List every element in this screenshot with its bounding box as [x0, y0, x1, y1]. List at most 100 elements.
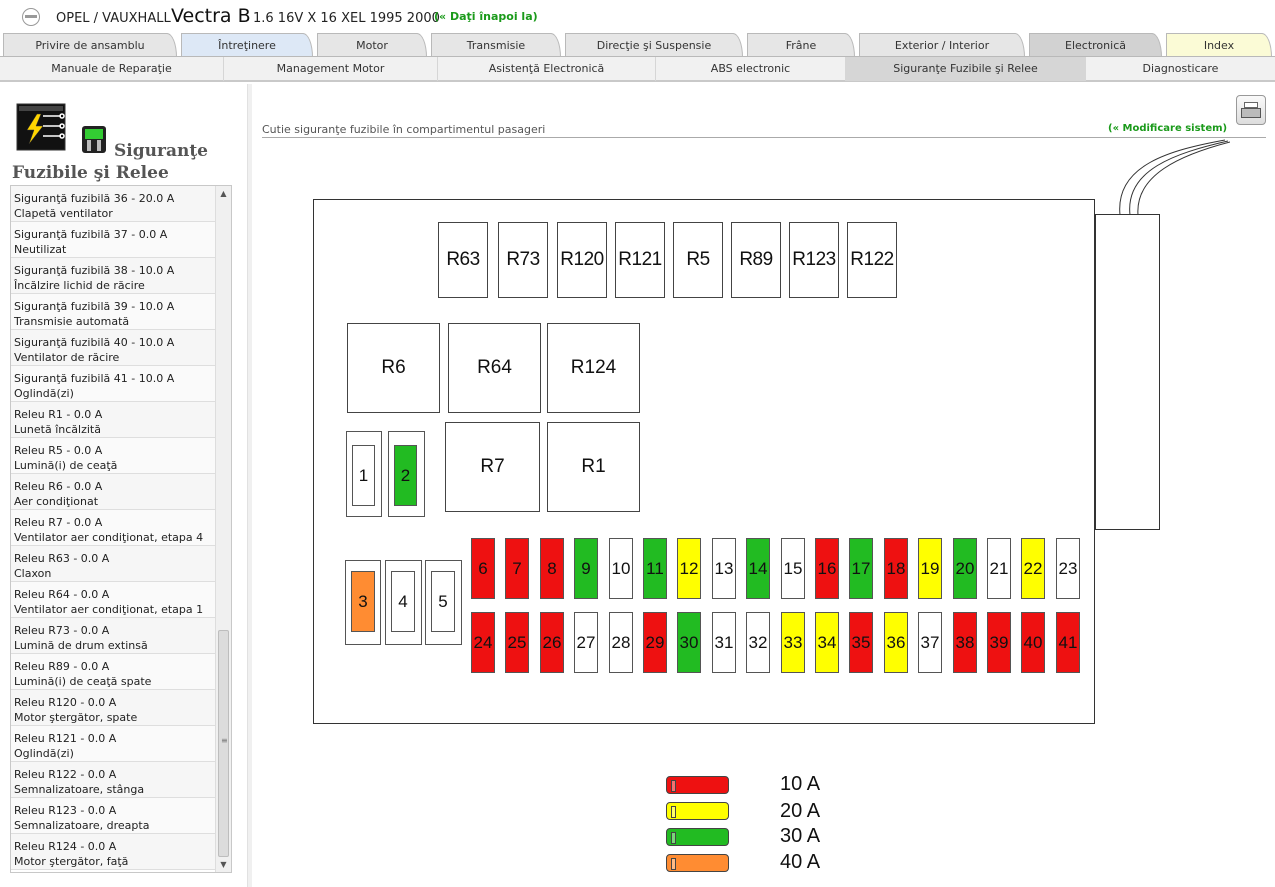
section-title-line1: Siguranţe: [114, 141, 208, 161]
fuse-41[interactable]: 41: [1056, 612, 1080, 673]
fuse-5[interactable]: 5: [431, 571, 455, 632]
vehicle-make: OPEL / VAUXHALL: [56, 11, 171, 26]
fuse-12[interactable]: 12: [677, 538, 701, 599]
tab-brakes[interactable]: Frâne: [747, 33, 855, 57]
fuse-13[interactable]: 13: [712, 538, 736, 599]
list-item[interactable]: Siguranţă fuzibilă 36 - 20.0 A Clapetă ve…: [11, 186, 216, 222]
tab-electronics[interactable]: Electronică: [1029, 33, 1162, 57]
fuse-4[interactable]: 4: [391, 571, 415, 632]
fuse-2[interactable]: 2: [394, 445, 417, 506]
fuse-11[interactable]: 11: [643, 538, 667, 599]
tab-overview[interactable]: Privire de ansamblu: [3, 33, 177, 57]
fuse-34[interactable]: 34: [815, 612, 839, 673]
fuse-7[interactable]: 7: [505, 538, 529, 599]
fuse-21[interactable]: 21: [987, 538, 1011, 599]
list-item[interactable]: Releu R89 - 0.0 A Lumină(i) de ceaţă spat…: [11, 654, 216, 690]
fuse-10[interactable]: 10: [609, 538, 633, 599]
fuse-9[interactable]: 9: [574, 538, 598, 599]
fuse-8[interactable]: 8: [540, 538, 564, 599]
fuse-6[interactable]: 6: [471, 538, 495, 599]
list-item[interactable]: Releu R120 - 0.0 A Motor ştergător, spate: [11, 690, 216, 726]
back-link[interactable]: (« Daţi înapoi la): [434, 10, 538, 23]
scroll-up-arrow-icon[interactable]: ▲: [216, 186, 231, 201]
fuse-25[interactable]: 25: [505, 612, 529, 673]
relay-r1[interactable]: R1: [547, 422, 640, 512]
print-button[interactable]: [1236, 95, 1266, 125]
relay-r6[interactable]: R6: [347, 323, 440, 413]
list-item[interactable]: Releu R63 - 0.0 A Claxon: [11, 546, 216, 582]
fuse-40[interactable]: 40: [1021, 612, 1045, 673]
tab-maintenance[interactable]: Întreţinere: [181, 33, 313, 57]
subtab-electronic-assistance[interactable]: Asistenţă Electronică: [438, 57, 656, 81]
fuse-14[interactable]: 14: [746, 538, 770, 599]
list-item[interactable]: Releu R5 - 0.0 A Lumină(i) de ceaţă: [11, 438, 216, 474]
list-item[interactable]: Releu R64 - 0.0 A Ventilator aer condiţio…: [11, 582, 216, 618]
fuse-27[interactable]: 27: [574, 612, 598, 673]
relay-r89[interactable]: R89: [731, 222, 781, 298]
tab-steering-suspension[interactable]: Direcţie şi Suspensie: [565, 33, 743, 57]
fuse-31[interactable]: 31: [712, 612, 736, 673]
list-item[interactable]: Releu R124 - 0.0 A Motor ştergător, faţă: [11, 834, 216, 870]
fuse-37[interactable]: 37: [918, 612, 942, 673]
fuse-28[interactable]: 28: [609, 612, 633, 673]
tab-transmission[interactable]: Transmisie: [431, 33, 561, 57]
list-item[interactable]: Siguranţă fuzibilă 38 - 10.0 A Încălzire …: [11, 258, 216, 294]
fuse-36[interactable]: 36: [884, 612, 908, 673]
relay-r123[interactable]: R123: [789, 222, 839, 298]
fuse-30[interactable]: 30: [677, 612, 701, 673]
fuse-24[interactable]: 24: [471, 612, 495, 673]
fuse-18[interactable]: 18: [884, 538, 908, 599]
scroll-thumb[interactable]: ≡: [218, 630, 229, 857]
tab-engine[interactable]: Motor: [317, 33, 427, 57]
fuse-20[interactable]: 20: [953, 538, 977, 599]
list-item[interactable]: Siguranţă fuzibilă 41 - 10.0 A Oglindă(zi…: [11, 366, 216, 402]
fuse-3[interactable]: 3: [351, 571, 375, 632]
relay-r64[interactable]: R64: [448, 323, 541, 413]
fuse-29[interactable]: 29: [643, 612, 667, 673]
list-item[interactable]: Releu R6 - 0.0 A Aer condiţionat: [11, 474, 216, 510]
fuse-32[interactable]: 32: [746, 612, 770, 673]
subtab-diagnostics[interactable]: Diagnosticare: [1086, 57, 1275, 81]
list-item[interactable]: Releu R1 - 0.0 A Lunetă încălzită: [11, 402, 216, 438]
list-item[interactable]: Siguranţă fuzibilă 39 - 10.0 A Transmisie…: [11, 294, 216, 330]
modify-system-link[interactable]: (« Modificare sistem): [1108, 123, 1227, 134]
fuse-35[interactable]: 35: [849, 612, 873, 673]
fuse-1[interactable]: 1: [352, 445, 375, 506]
list-item-title: Siguranţă fuzibilă 38 - 10.0 A: [14, 264, 175, 277]
tab-index[interactable]: Index: [1166, 33, 1272, 57]
list-item[interactable]: Releu R73 - 0.0 A Lumină de drum extinsă: [11, 618, 216, 654]
fuse-19[interactable]: 19: [918, 538, 942, 599]
component-list[interactable]: Siguranţă fuzibilă 36 - 20.0 A Clapetă ve…: [10, 185, 232, 873]
subtab-fuses-relays[interactable]: Siguranţe Fuzibile şi Relee: [846, 57, 1086, 81]
list-item[interactable]: Releu R121 - 0.0 A Oglindă(zi): [11, 726, 216, 762]
relay-r122[interactable]: R122: [847, 222, 897, 298]
relay-r121[interactable]: R121: [615, 222, 665, 298]
list-item[interactable]: Siguranţă fuzibilă 40 - 10.0 A Ventilator…: [11, 330, 216, 366]
list-item[interactable]: Siguranţă fuzibilă 37 - 0.0 A Neutilizat: [11, 222, 216, 258]
list-item-title: Releu R6 - 0.0 A: [14, 480, 103, 493]
list-item[interactable]: Releu R7 - 0.0 A Ventilator aer condiţion…: [11, 510, 216, 546]
relay-r7[interactable]: R7: [445, 422, 540, 512]
subtab-engine-management[interactable]: Management Motor: [224, 57, 438, 81]
fuse-39[interactable]: 39: [987, 612, 1011, 673]
relay-r124[interactable]: R124: [547, 323, 640, 413]
fuse-26[interactable]: 26: [540, 612, 564, 673]
fuse-33[interactable]: 33: [781, 612, 805, 673]
subtab-abs[interactable]: ABS electronic: [656, 57, 846, 81]
fuse-15[interactable]: 15: [781, 538, 805, 599]
relay-r73[interactable]: R73: [498, 222, 548, 298]
fuse-23[interactable]: 23: [1056, 538, 1080, 599]
fuse-38[interactable]: 38: [953, 612, 977, 673]
subtab-repair-manuals[interactable]: Manuale de Reparaţie: [0, 57, 224, 81]
relay-r120[interactable]: R120: [557, 222, 607, 298]
list-item[interactable]: Releu R122 - 0.0 A Semnalizatoare, stânga: [11, 762, 216, 798]
relay-r5[interactable]: R5: [673, 222, 723, 298]
list-item[interactable]: Releu R123 - 0.0 A Semnalizatoare, dreapt…: [11, 798, 216, 834]
relay-r63[interactable]: R63: [438, 222, 488, 298]
fuse-16[interactable]: 16: [815, 538, 839, 599]
fuse-17[interactable]: 17: [849, 538, 873, 599]
scroll-down-arrow-icon[interactable]: ▼: [216, 857, 231, 872]
tab-exterior-interior[interactable]: Exterior / Interior: [859, 33, 1025, 57]
list-scrollbar[interactable]: ▲ ≡ ▼: [215, 186, 231, 872]
fuse-22[interactable]: 22: [1021, 538, 1045, 599]
